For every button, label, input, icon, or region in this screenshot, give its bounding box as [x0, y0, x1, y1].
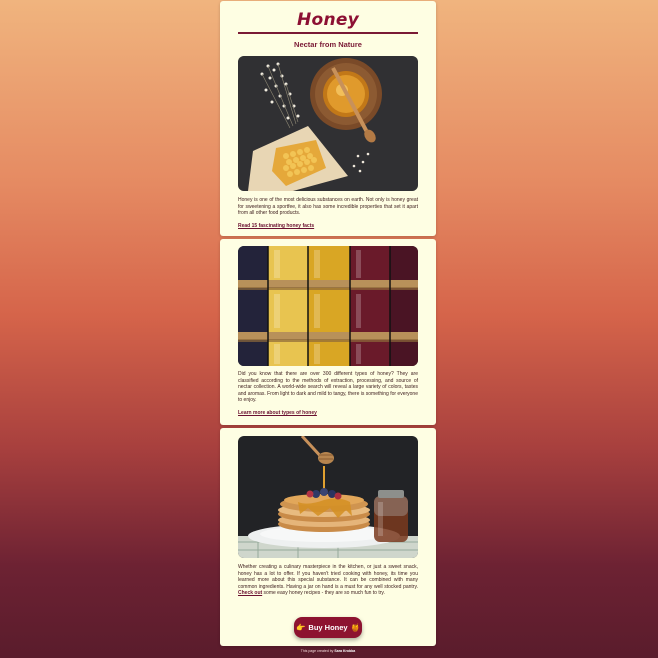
site-subtitle: Nectar from Nature — [294, 40, 362, 49]
buy-honey-button[interactable]: 👉 Buy Honey 🍯 — [294, 617, 362, 638]
card-types: Did you know that there are over 300 dif… — [220, 239, 436, 425]
card-recipes: Whether creating a culinary masterpiece … — [220, 428, 436, 646]
title-divider — [238, 32, 418, 34]
pointing-hand-icon: 👉 — [296, 623, 306, 632]
buy-honey-label: Buy Honey — [308, 623, 348, 632]
honey-pot-icon: 🍯 — [350, 623, 360, 632]
card-intro: Honey Nectar from Nature Honey is one of… — [220, 1, 436, 236]
recipes-text: Whether creating a culinary masterpiece … — [238, 564, 418, 597]
types-text: Did you know that there are over 300 dif… — [238, 371, 418, 404]
recipes-text-main: Whether creating a culinary masterpiece … — [238, 564, 418, 590]
site-title: Honey — [296, 10, 360, 30]
honeycomb-and-honey-jar-photo — [238, 56, 418, 191]
jars-of-honey-photo — [238, 246, 418, 366]
pancakes-with-honey-photo — [238, 436, 418, 558]
check-out-recipes-link[interactable]: Check out — [238, 590, 262, 596]
footer-text: This page created by — [300, 649, 335, 653]
footer-author: Sara Krobba — [334, 649, 356, 653]
recipes-text-after: some easy honey recipes - they are so mu… — [262, 590, 385, 597]
types-of-honey-link[interactable]: Learn more about types of honey — [238, 410, 317, 416]
intro-text: Honey is one of the most delicious subst… — [238, 197, 418, 217]
honey-facts-link[interactable]: Read 15 fascinating honey facts — [238, 223, 314, 229]
footer: This page created by Sara Krobba — [220, 649, 436, 653]
